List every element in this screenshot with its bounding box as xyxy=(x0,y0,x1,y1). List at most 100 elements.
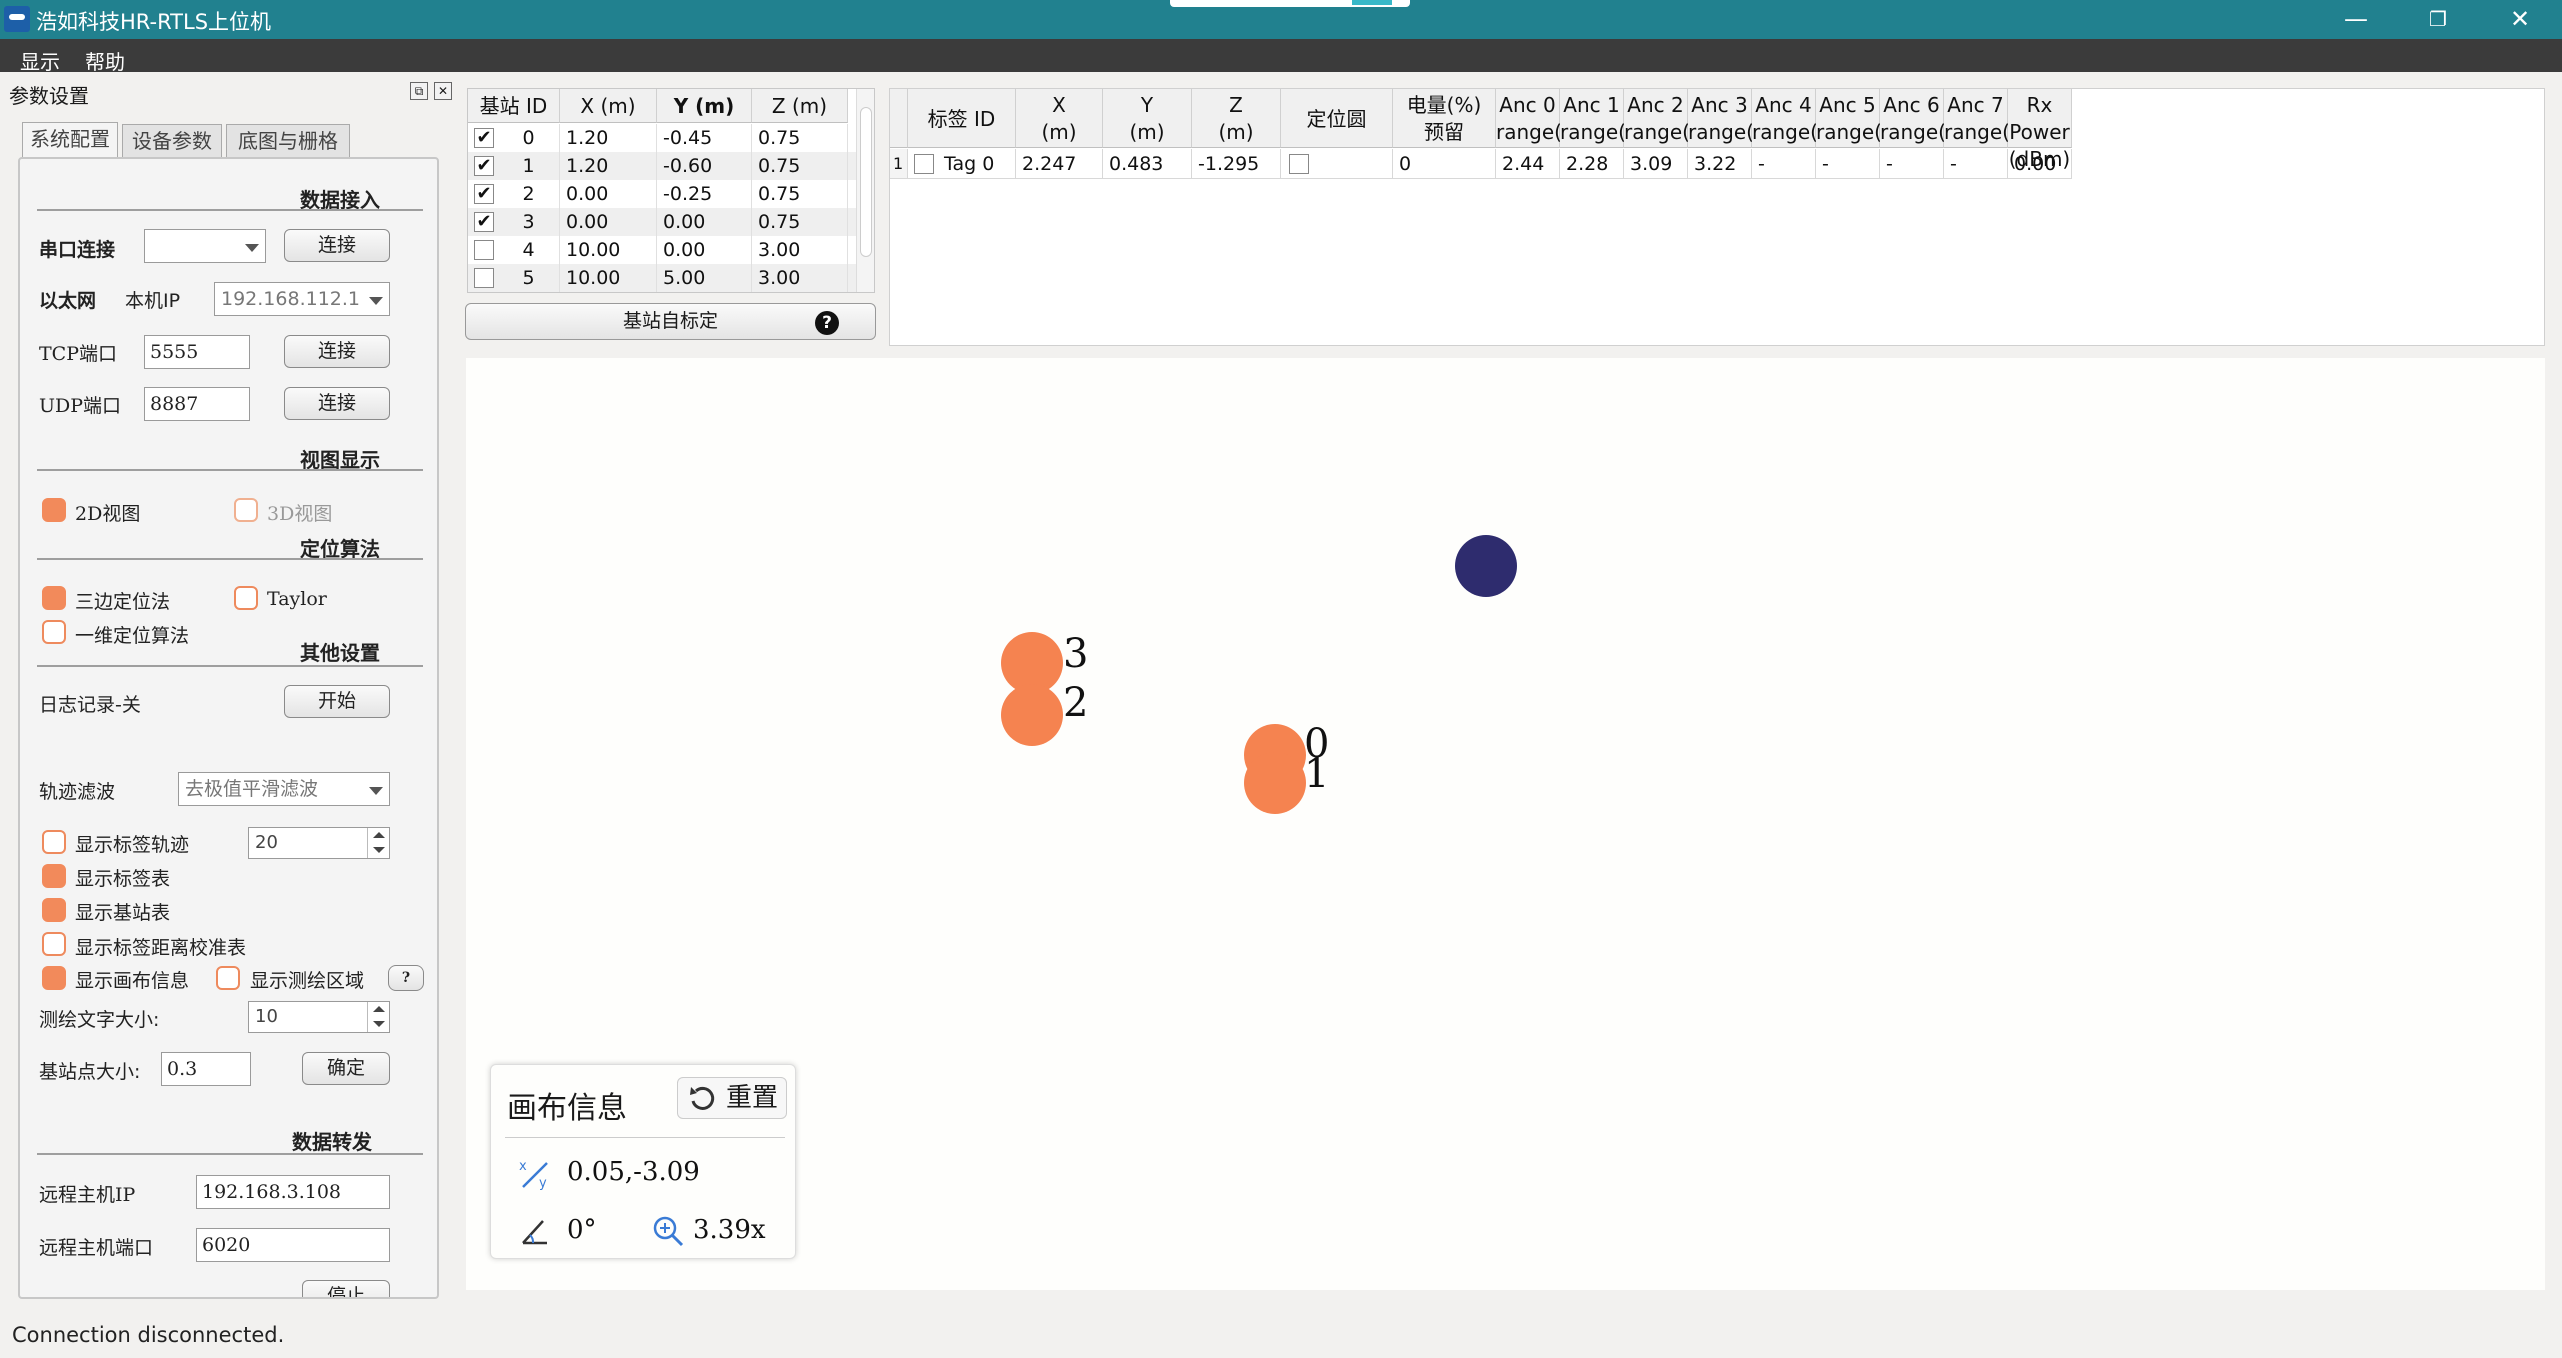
locate-circle-checkbox[interactable] xyxy=(1289,154,1309,174)
serial-port-select[interactable] xyxy=(144,229,266,263)
taylor-checkbox[interactable] xyxy=(234,586,258,610)
remote-ip-input[interactable]: 192.168.3.108 xyxy=(196,1175,390,1209)
anchor-enable-checkbox[interactable]: ✔ xyxy=(474,128,494,148)
tag-x-cell[interactable]: 2.247 xyxy=(1016,149,1103,179)
tag-anc4-cell[interactable]: - xyxy=(1752,149,1816,179)
help-button[interactable]: ? xyxy=(388,965,424,991)
log-start-button[interactable]: 开始 xyxy=(284,685,390,718)
tab-system-config[interactable]: 系统配置 xyxy=(22,122,118,157)
tcp-port-input[interactable]: 5555 xyxy=(144,335,250,369)
view-3d-checkbox[interactable] xyxy=(234,498,258,522)
anchor-col-id[interactable]: 基站 ID xyxy=(468,89,560,123)
anchor-marker[interactable] xyxy=(1244,752,1306,814)
table-row[interactable]: ✔ 3 0.00 0.00 0.75 xyxy=(468,208,856,236)
filter-select[interactable]: 去极值平滑滤波 xyxy=(178,772,390,806)
show-trace-checkbox[interactable] xyxy=(42,830,66,854)
tag-anc6-cell[interactable]: - xyxy=(1880,149,1944,179)
table-row[interactable]: ✔ 0 1.20 -0.45 0.75 xyxy=(468,124,856,152)
show-anchor-table-checkbox[interactable] xyxy=(42,898,66,922)
anchor-y-cell[interactable]: 0.00 xyxy=(657,208,752,236)
anchor-z-cell[interactable]: 3.00 xyxy=(752,264,848,292)
tag-select-checkbox[interactable] xyxy=(914,154,934,174)
table-row[interactable]: 4 10.00 0.00 3.00 xyxy=(468,236,856,264)
anchor-size-confirm-button[interactable]: 确定 xyxy=(302,1052,390,1085)
anchor-x-cell[interactable]: 1.20 xyxy=(560,152,657,180)
tag-col-header[interactable]: X (m) xyxy=(1016,89,1103,148)
anchor-col-x[interactable]: X (m) xyxy=(560,89,657,123)
tag-col-header[interactable]: Anc 5 range(m) xyxy=(1816,89,1909,148)
tag-z-cell[interactable]: -1.295 xyxy=(1192,149,1281,179)
tag-anc0-cell[interactable]: 2.44 xyxy=(1496,149,1560,179)
anchor-enable-checkbox[interactable]: ✔ xyxy=(474,212,494,232)
anchor-id-cell[interactable]: 4 xyxy=(498,236,560,264)
tag-anc5-cell[interactable]: - xyxy=(1816,149,1880,179)
table-row[interactable]: ✔ 2 0.00 -0.25 0.75 xyxy=(468,180,856,208)
remote-port-input[interactable]: 6020 xyxy=(196,1228,390,1262)
anchor-z-cell[interactable]: 0.75 xyxy=(752,152,848,180)
tag-col-header[interactable]: Y (m) xyxy=(1103,89,1192,148)
tag-marker[interactable] xyxy=(1455,535,1517,597)
trilateration-checkbox[interactable] xyxy=(42,586,66,610)
table-row[interactable]: 5 10.00 5.00 3.00 xyxy=(468,264,856,292)
dock-close-button[interactable]: ✕ xyxy=(434,82,452,100)
tag-anc3-cell[interactable]: 3.22 xyxy=(1688,149,1752,179)
tag-anc7-cell[interactable]: - xyxy=(1944,149,2008,179)
anchor-x-cell[interactable]: 10.00 xyxy=(560,236,657,264)
anchor-enable-checkbox[interactable] xyxy=(474,240,494,260)
anchor-z-cell[interactable]: 0.75 xyxy=(752,180,848,208)
tag-rx-cell[interactable]: 0.00 xyxy=(2008,149,2072,179)
tag-col-header[interactable]: Anc 6 range(m) xyxy=(1880,89,1973,148)
anchor-x-cell[interactable]: 0.00 xyxy=(560,208,657,236)
anchor-z-cell[interactable]: 0.75 xyxy=(752,208,848,236)
udp-port-input[interactable]: 8887 xyxy=(144,387,250,421)
anchor-id-cell[interactable]: 1 xyxy=(498,152,560,180)
tag-col-header[interactable]: Rx Power (dBm) xyxy=(2008,89,2072,171)
stepper-up-icon[interactable] xyxy=(367,828,389,843)
anchor-x-cell[interactable]: 0.00 xyxy=(560,180,657,208)
anchor-id-cell[interactable]: 2 xyxy=(498,180,560,208)
tag-battery-cell[interactable]: 0 xyxy=(1393,149,1496,179)
locate-circle-cell[interactable] xyxy=(1281,149,1393,179)
tab-device-params[interactable]: 设备参数 xyxy=(122,124,222,157)
trace-length-stepper[interactable]: 20 xyxy=(248,827,390,859)
anchor-id-cell[interactable]: 0 xyxy=(498,124,560,152)
anchor-x-cell[interactable]: 10.00 xyxy=(560,264,657,292)
maximize-button[interactable]: ❐ xyxy=(2400,0,2476,39)
anchor-x-cell[interactable]: 1.20 xyxy=(560,124,657,152)
tag-col-header[interactable]: Anc 1 range(m) xyxy=(1560,89,1653,148)
anchor-table-scrollbar[interactable] xyxy=(856,89,874,292)
anchor-y-cell[interactable]: 5.00 xyxy=(657,264,752,292)
anchor-y-cell[interactable]: 0.00 xyxy=(657,236,752,264)
tag-anc2-cell[interactable]: 3.09 xyxy=(1624,149,1688,179)
anchor-y-cell[interactable]: -0.60 xyxy=(657,152,752,180)
tag-col-header[interactable]: Anc 2 range(m) xyxy=(1624,89,1717,148)
view-2d-checkbox[interactable] xyxy=(42,498,66,522)
anchor-marker[interactable] xyxy=(1001,684,1063,746)
tag-id-cell[interactable]: Tag 0 xyxy=(908,149,1016,179)
tag-col-header[interactable]: Anc 0 range(m) xyxy=(1496,89,1589,148)
tag-col-header[interactable]: 标签 ID xyxy=(908,89,1016,148)
self-calibrate-button[interactable]: 基站自标定 ? xyxy=(465,303,876,340)
anchor-enable-checkbox[interactable]: ✔ xyxy=(474,156,494,176)
anchor-enable-checkbox[interactable]: ✔ xyxy=(474,184,494,204)
minimize-button[interactable]: — xyxy=(2318,0,2394,39)
tag-col-header[interactable]: Anc 7 range(m) xyxy=(1944,89,2037,148)
table-row[interactable]: ✔ 1 1.20 -0.60 0.75 xyxy=(468,152,856,180)
stepper-down-icon[interactable] xyxy=(367,1017,389,1032)
menu-display[interactable]: 显示 xyxy=(20,46,60,75)
row-number[interactable]: 1 xyxy=(890,149,908,179)
tag-col-header[interactable]: 电量(%) 预留 xyxy=(1393,89,1496,148)
anchor-col-y[interactable]: Y (m) xyxy=(657,89,752,123)
anchor-col-z[interactable]: Z (m) xyxy=(752,89,848,123)
anchor-z-cell[interactable]: 0.75 xyxy=(752,124,848,152)
scrollbar-thumb[interactable] xyxy=(860,107,872,257)
anchor-z-cell[interactable]: 3.00 xyxy=(752,236,848,264)
reset-button[interactable]: 重置 xyxy=(677,1077,787,1119)
tag-col-header[interactable]: Anc 3 range(m) xyxy=(1688,89,1781,148)
anchor-y-cell[interactable]: -0.25 xyxy=(657,180,752,208)
local-ip-select[interactable]: 192.168.112.1 xyxy=(214,282,390,316)
anchor-id-cell[interactable]: 5 xyxy=(498,264,560,292)
anchor-size-input[interactable]: 0.3 xyxy=(161,1052,251,1086)
tab-basemap-grid[interactable]: 底图与栅格 xyxy=(226,124,350,157)
tag-y-cell[interactable]: 0.483 xyxy=(1103,149,1192,179)
